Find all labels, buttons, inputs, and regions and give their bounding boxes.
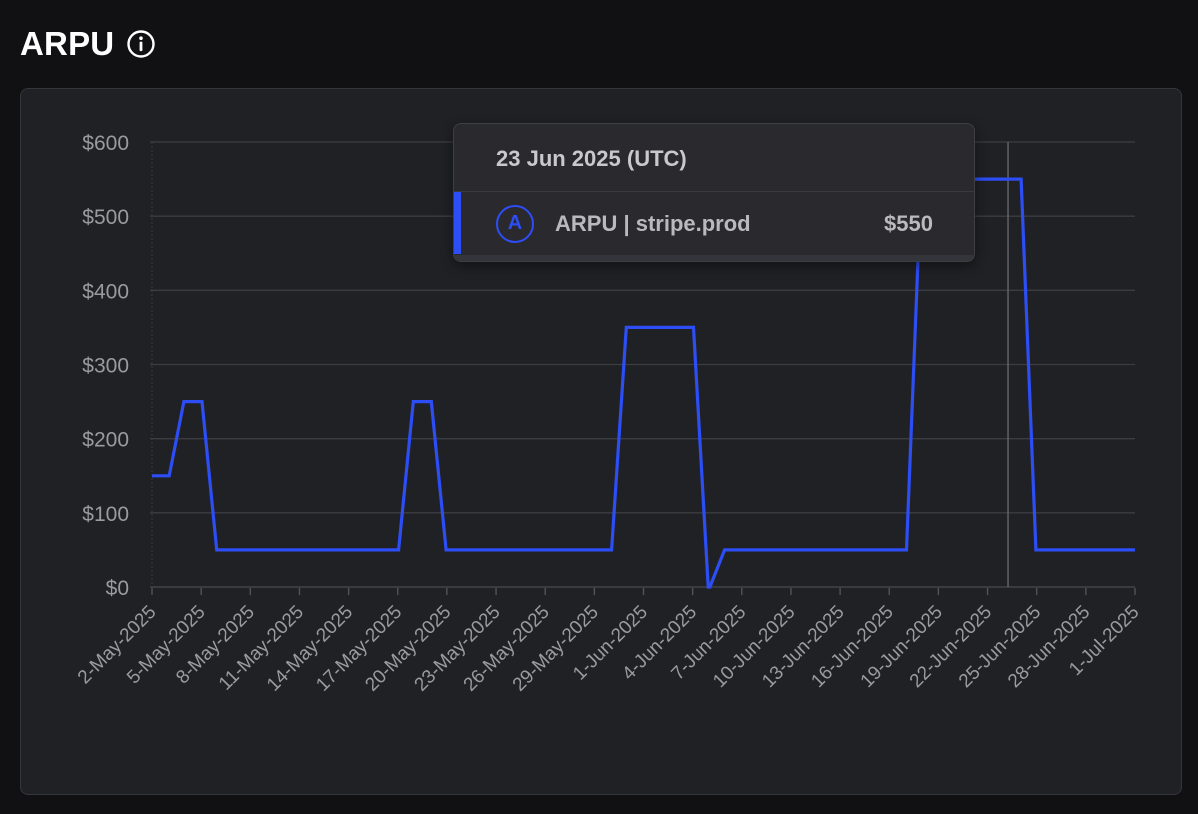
data-point[interactable] [360,545,370,555]
data-point[interactable] [655,322,665,332]
data-point[interactable] [294,545,304,555]
data-point[interactable] [737,545,747,555]
data-point[interactable] [245,545,255,555]
data-point[interactable] [720,545,730,555]
data-point[interactable] [884,545,894,555]
y-tick-label: $500 [82,206,129,229]
data-point[interactable] [802,545,812,555]
y-tick-label: $300 [82,355,129,378]
data-point[interactable] [409,397,419,407]
data-point[interactable] [704,582,714,592]
data-point[interactable] [524,545,534,555]
chart-tooltip: 23 Jun 2025 (UTC) A ARPU | stripe.prod $… [453,123,975,262]
data-point[interactable] [311,545,321,555]
data-point[interactable] [1097,545,1107,555]
data-point[interactable] [1032,545,1042,555]
data-point[interactable] [1048,545,1058,555]
data-point[interactable] [1081,545,1091,555]
data-point[interactable] [589,545,599,555]
data-point[interactable] [606,545,616,555]
data-point[interactable] [426,397,436,407]
x-tick-label: 17-May-2025 [312,602,406,696]
data-point[interactable] [983,174,993,184]
data-point[interactable] [327,545,337,555]
data-point[interactable] [376,545,386,555]
data-point[interactable] [835,545,845,555]
data-point[interactable] [442,545,452,555]
x-tick-label: 14-May-2025 [263,602,357,696]
series-badge-icon: A [496,204,534,243]
y-tick-label: $0 [106,577,129,600]
data-point[interactable] [393,545,403,555]
data-point[interactable] [229,545,239,555]
tooltip-footer-bar [454,255,974,261]
data-point[interactable] [999,174,1009,184]
tooltip-date: 23 Jun 2025 (UTC) [454,124,974,192]
tooltip-series-row: A ARPU | stripe.prod $550 [454,192,974,255]
x-tick-label: 20-May-2025 [361,602,455,696]
data-point[interactable] [819,545,829,555]
data-point[interactable] [147,471,157,481]
data-point[interactable] [753,545,763,555]
data-point[interactable] [507,545,517,555]
data-point[interactable] [622,322,632,332]
data-point[interactable] [213,545,223,555]
data-point[interactable] [770,545,780,555]
data-point[interactable] [639,322,649,332]
data-point[interactable] [851,545,861,555]
data-point[interactable] [688,322,698,332]
data-point[interactable] [786,545,796,555]
tooltip-series-value: $550 [884,210,933,236]
data-point[interactable] [262,545,272,555]
y-tick-label: $400 [82,280,129,303]
data-point[interactable] [1130,545,1140,555]
tooltip-series-label: ARPU | stripe.prod [555,210,751,236]
data-point[interactable] [344,545,354,555]
y-tick-label: $200 [82,429,129,452]
data-point[interactable] [1114,545,1124,555]
data-point[interactable] [196,397,206,407]
x-tick-label: 29-May-2025 [509,602,603,696]
data-point[interactable] [180,397,190,407]
data-point[interactable] [475,545,485,555]
data-point[interactable] [573,545,583,555]
data-point[interactable] [163,471,173,481]
tooltip-series-accent [454,192,461,254]
data-point[interactable] [868,545,878,555]
data-point[interactable] [278,545,288,555]
data-point[interactable] [491,545,501,555]
data-point[interactable] [1064,545,1074,555]
y-tick-label: $100 [82,503,129,526]
data-point[interactable] [458,545,468,555]
data-point[interactable] [1015,174,1025,184]
data-point[interactable] [557,545,567,555]
y-tick-label: $600 [82,132,129,155]
data-point[interactable] [901,545,911,555]
x-tick-label: 23-May-2025 [411,602,505,696]
data-point[interactable] [540,545,550,555]
x-tick-label: 26-May-2025 [460,602,554,696]
data-point[interactable] [671,322,681,332]
